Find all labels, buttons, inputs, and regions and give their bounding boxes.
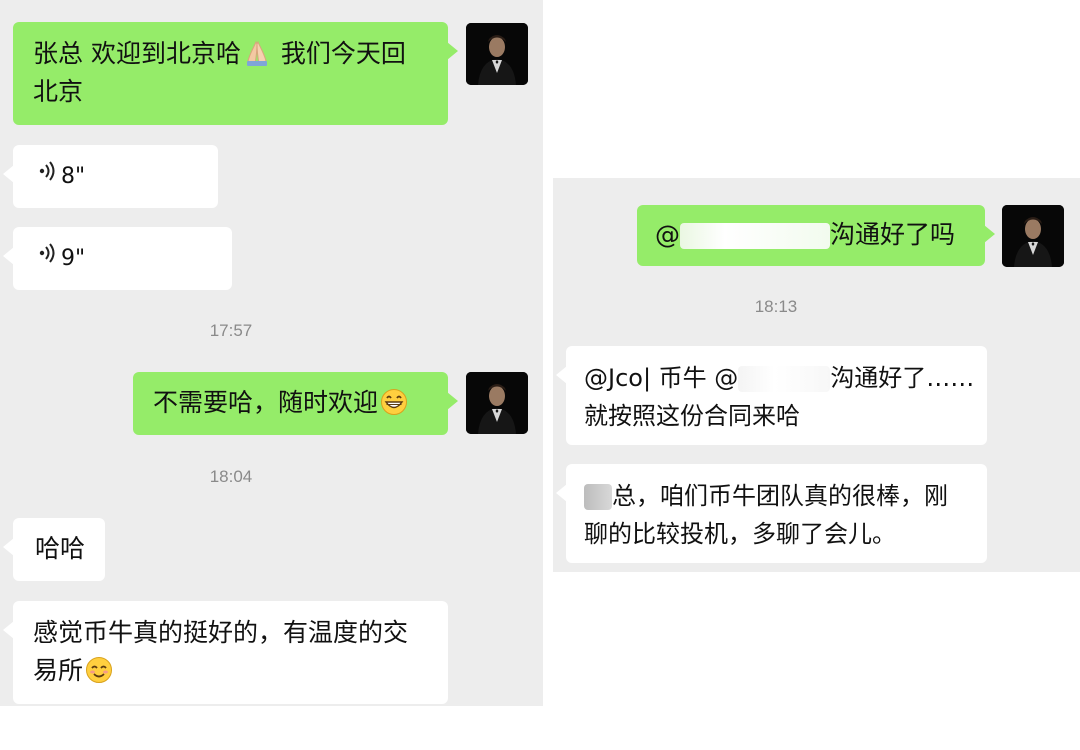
timestamp: 18:13 xyxy=(754,297,798,316)
message-bubble-incoming[interactable]: 哈哈 xyxy=(3,518,105,581)
timestamp: 17:57 xyxy=(209,321,253,340)
redacted-name xyxy=(738,366,831,392)
message-text: 就按照这份合同来哈 xyxy=(584,402,800,430)
message-bubble-incoming[interactable]: 感觉币牛真的挺好的，有温度的交易所 xyxy=(3,601,448,704)
message-bubble-incoming[interactable]: 总，咱们币牛团队真的很棒，刚 聊的比较投机，多聊了会儿。 xyxy=(556,464,987,563)
message-bubble-outgoing[interactable]: 不需要哈，随时欢迎 xyxy=(133,372,458,435)
user-avatar[interactable] xyxy=(466,23,528,85)
message-text: 哈哈 xyxy=(35,534,86,563)
mention-at: @ xyxy=(655,220,680,249)
folded-hands-icon xyxy=(243,39,271,67)
message-text: 沟通好了…… xyxy=(830,364,975,392)
voice-wave-icon xyxy=(37,240,61,278)
voice-duration: 9" xyxy=(61,245,86,271)
smiling-face-icon xyxy=(85,656,113,684)
redacted-name xyxy=(680,223,830,249)
message-text: 张总 欢迎到北京哈 xyxy=(33,39,241,68)
message-text: 总，咱们币牛团队真的很棒，刚 xyxy=(612,482,948,510)
voice-wave-icon xyxy=(37,158,61,196)
timestamp: 18:04 xyxy=(209,467,253,486)
message-bubble-outgoing[interactable]: 张总 欢迎到北京哈 我们今天回北京 xyxy=(13,22,458,125)
redacted-name xyxy=(584,484,612,510)
voice-message-bubble[interactable]: 9" xyxy=(3,227,232,290)
message-text: @Jco| 币牛 @ xyxy=(584,364,739,392)
grinning-face-icon xyxy=(380,388,408,416)
message-text: 聊的比较投机，多聊了会儿。 xyxy=(584,520,896,548)
voice-duration: 8" xyxy=(61,163,86,189)
message-bubble-outgoing[interactable]: @ 沟通好了吗 xyxy=(637,205,995,266)
voice-message-bubble[interactable]: 8" xyxy=(3,145,218,208)
user-avatar[interactable] xyxy=(1002,205,1064,267)
right-chat-panel: @ 沟通好了吗 18:13 @Jco| 币牛 @ 沟通好了…… 就按照这份合同来哈 … xyxy=(553,178,1080,572)
user-avatar[interactable] xyxy=(466,372,528,434)
message-bubble-incoming[interactable]: @Jco| 币牛 @ 沟通好了…… 就按照这份合同来哈 xyxy=(556,346,987,445)
message-text: 沟通好了吗 xyxy=(830,220,956,249)
left-chat-panel: 张总 欢迎到北京哈 我们今天回北京 8" 9" 17:57 不需要哈，随时欢迎 … xyxy=(0,0,543,706)
message-text: 不需要哈，随时欢迎 xyxy=(153,388,379,417)
